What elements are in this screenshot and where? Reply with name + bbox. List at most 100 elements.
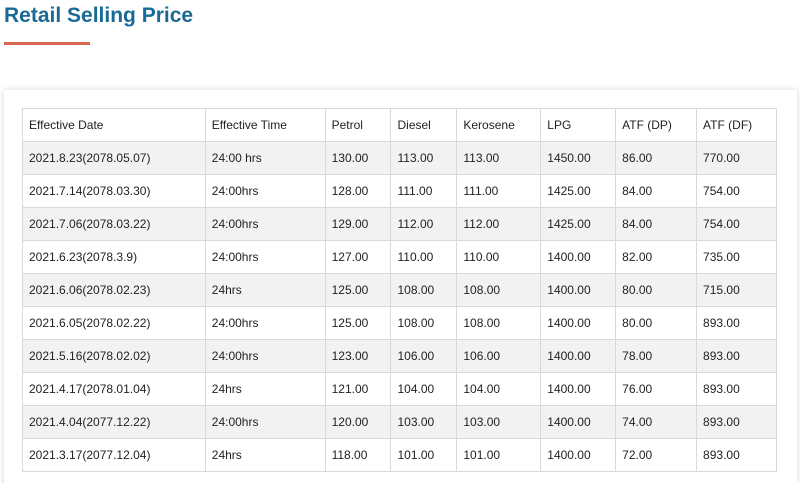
cell-petrol: 125.00	[324, 306, 392, 340]
cell-lpg: 1400.00	[540, 306, 617, 340]
table-row: 2021.3.17(2077.12.04) 24hrs 118.00 101.00 10…	[22, 438, 777, 472]
cell-diesel: 112.00	[390, 207, 458, 241]
cell-atf-df: 893.00	[696, 405, 777, 439]
cell-lpg: 1400.00	[540, 405, 617, 439]
cell-effective-date: 2021.6.05(2078.02.22)	[22, 306, 206, 340]
cell-atf-df: 893.00	[696, 339, 777, 373]
table-row: 2021.6.05(2078.02.22) 24:00hrs 125.00 108.0…	[22, 306, 777, 340]
cell-lpg: 1400.00	[540, 273, 617, 307]
cell-kerosene: 111.00	[456, 174, 542, 208]
column-header-effective-time: Effective Time	[204, 108, 326, 142]
cell-effective-time: 24:00hrs	[204, 240, 326, 274]
cell-atf-df: 715.00	[696, 273, 777, 307]
table-row: 2021.6.23(2078.3.9) 24:00hrs 127.00 110.00 1…	[22, 240, 777, 274]
cell-effective-time: 24hrs	[204, 438, 326, 472]
cell-atf-df: 754.00	[696, 174, 777, 208]
table-row: 2021.8.23(2078.05.07) 24:00 hrs 130.00 113.…	[22, 141, 777, 175]
cell-petrol: 125.00	[324, 273, 392, 307]
cell-lpg: 1450.00	[540, 141, 617, 175]
cell-diesel: 101.00	[390, 438, 458, 472]
cell-diesel: 110.00	[390, 240, 458, 274]
cell-effective-date: 2021.7.14(2078.03.30)	[22, 174, 206, 208]
cell-atf-dp: 72.00	[615, 438, 698, 472]
cell-effective-time: 24:00hrs	[204, 405, 326, 439]
cell-atf-df: 893.00	[696, 306, 777, 340]
cell-lpg: 1400.00	[540, 438, 617, 472]
cell-kerosene: 104.00	[456, 372, 542, 406]
cell-lpg: 1425.00	[540, 207, 617, 241]
cell-petrol: 121.00	[324, 372, 392, 406]
column-header-effective-date: Effective Date	[22, 108, 206, 142]
cell-atf-dp: 86.00	[615, 141, 698, 175]
cell-lpg: 1400.00	[540, 339, 617, 373]
price-table: Effective Date Effective Time Petrol Diesel…	[22, 108, 777, 472]
cell-diesel: 113.00	[390, 141, 458, 175]
cell-diesel: 103.00	[390, 405, 458, 439]
cell-petrol: 127.00	[324, 240, 392, 274]
table-header: Effective Date Effective Time Petrol Diesel…	[22, 108, 777, 142]
column-header-lpg: LPG	[540, 108, 617, 142]
cell-atf-dp: 80.00	[615, 273, 698, 307]
table-row: 2021.7.06(2078.03.22) 24:00hrs 129.00 112.0…	[22, 207, 777, 241]
column-header-atf-dp: ATF (DP)	[615, 108, 698, 142]
table-row: 2021.5.16(2078.02.02) 24:00hrs 123.00 106.0…	[22, 339, 777, 373]
table-row: 2021.7.14(2078.03.30) 24:00hrs 128.00 111.0…	[22, 174, 777, 208]
cell-kerosene: 108.00	[456, 273, 542, 307]
cell-effective-time: 24:00hrs	[204, 207, 326, 241]
title-underline	[4, 42, 90, 45]
cell-diesel: 111.00	[390, 174, 458, 208]
cell-atf-df: 754.00	[696, 207, 777, 241]
cell-effective-time: 24:00hrs	[204, 306, 326, 340]
cell-effective-date: 2021.3.17(2077.12.04)	[22, 438, 206, 472]
cell-kerosene: 113.00	[456, 141, 542, 175]
cell-diesel: 108.00	[390, 306, 458, 340]
column-header-atf-df: ATF (DF)	[696, 108, 777, 142]
cell-lpg: 1400.00	[540, 372, 617, 406]
page-title: Retail Selling Price	[4, 4, 194, 27]
cell-petrol: 120.00	[324, 405, 392, 439]
cell-atf-dp: 80.00	[615, 306, 698, 340]
cell-effective-date: 2021.5.16(2078.02.02)	[22, 339, 206, 373]
table-header-row: Effective Date Effective Time Petrol Diesel…	[22, 108, 777, 142]
cell-kerosene: 112.00	[456, 207, 542, 241]
column-header-diesel: Diesel	[390, 108, 458, 142]
cell-atf-dp: 84.00	[615, 207, 698, 241]
cell-atf-dp: 84.00	[615, 174, 698, 208]
cell-diesel: 104.00	[390, 372, 458, 406]
cell-effective-time: 24:00 hrs	[204, 141, 326, 175]
cell-atf-df: 770.00	[696, 141, 777, 175]
cell-atf-dp: 82.00	[615, 240, 698, 274]
cell-atf-dp: 78.00	[615, 339, 698, 373]
cell-atf-dp: 76.00	[615, 372, 698, 406]
cell-petrol: 130.00	[324, 141, 392, 175]
cell-kerosene: 110.00	[456, 240, 542, 274]
column-header-kerosene: Kerosene	[456, 108, 542, 142]
cell-atf-dp: 74.00	[615, 405, 698, 439]
cell-atf-df: 735.00	[696, 240, 777, 274]
cell-kerosene: 103.00	[456, 405, 542, 439]
cell-kerosene: 108.00	[456, 306, 542, 340]
cell-diesel: 108.00	[390, 273, 458, 307]
cell-kerosene: 101.00	[456, 438, 542, 472]
cell-atf-df: 893.00	[696, 438, 777, 472]
cell-diesel: 106.00	[390, 339, 458, 373]
cell-petrol: 118.00	[324, 438, 392, 472]
table-row: 2021.4.04(2077.12.22) 24:00hrs 120.00 103.0…	[22, 405, 777, 439]
price-table-card: Effective Date Effective Time Petrol Diesel…	[4, 90, 797, 483]
cell-effective-date: 2021.7.06(2078.03.22)	[22, 207, 206, 241]
cell-effective-date: 2021.8.23(2078.05.07)	[22, 141, 206, 175]
page: Retail Selling Price Effective Date Effec…	[0, 0, 800, 483]
cell-kerosene: 106.00	[456, 339, 542, 373]
cell-effective-time: 24hrs	[204, 372, 326, 406]
cell-effective-time: 24:00hrs	[204, 174, 326, 208]
cell-petrol: 129.00	[324, 207, 392, 241]
cell-effective-date: 2021.6.06(2078.02.23)	[22, 273, 206, 307]
table-row: 2021.4.17(2078.01.04) 24hrs 121.00 104.00 10…	[22, 372, 777, 406]
cell-lpg: 1400.00	[540, 240, 617, 274]
cell-atf-df: 893.00	[696, 372, 777, 406]
cell-petrol: 128.00	[324, 174, 392, 208]
table-row: 2021.6.06(2078.02.23) 24hrs 125.00 108.00 10…	[22, 273, 777, 307]
cell-effective-time: 24:00hrs	[204, 339, 326, 373]
cell-effective-date: 2021.6.23(2078.3.9)	[22, 240, 206, 274]
cell-effective-date: 2021.4.04(2077.12.22)	[22, 405, 206, 439]
